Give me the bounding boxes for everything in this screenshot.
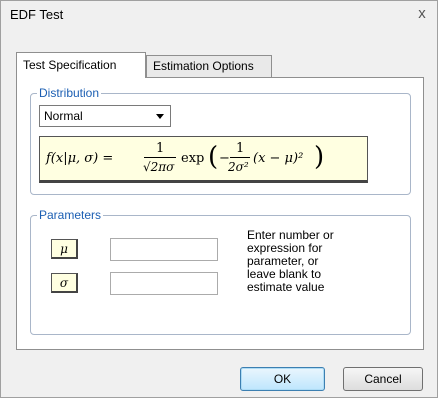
mu-input[interactable] — [110, 238, 218, 261]
close-icon[interactable]: x — [413, 4, 431, 24]
cancel-button[interactable]: Cancel — [343, 367, 423, 391]
parameters-group: Parameters μ σ Enter number or expressio… — [30, 208, 411, 335]
parameters-hint: Enter number or expression for parameter… — [247, 228, 334, 294]
formula-paren-close: ) — [314, 142, 325, 172]
edf-test-dialog: EDF Test x Test Specification Estimation… — [0, 0, 438, 398]
formula-frac-numerator: 1 — [156, 141, 165, 156]
formula-frac-denominator: √2πσ — [143, 160, 175, 174]
sigma-input[interactable] — [110, 272, 218, 295]
distribution-select-value: Normal — [44, 109, 83, 123]
distribution-group: Distribution Normal f(x|μ, σ) = 1 √2πσ e… — [30, 86, 411, 195]
formula-tail: (x − μ)² — [253, 151, 304, 166]
formula-inner-numerator: 1 — [236, 141, 245, 156]
formula-frac-bar — [144, 157, 176, 158]
tab-panel-test-specification: Distribution Normal f(x|μ, σ) = 1 √2πσ e… — [16, 77, 424, 350]
ok-button[interactable]: OK — [240, 367, 325, 391]
formula-inner-denominator: 2σ² — [228, 160, 249, 174]
sigma-symbol: σ — [51, 273, 78, 293]
distribution-formula: f(x|μ, σ) = 1 √2πσ exp ( − 1 2σ² (x − μ)… — [39, 136, 368, 183]
tab-label: Estimation Options — [153, 59, 254, 73]
distribution-select[interactable]: Normal — [39, 105, 171, 127]
formula-exp: exp — [181, 151, 205, 166]
tab-estimation-options[interactable]: Estimation Options — [146, 55, 272, 77]
formula-inner-bar — [230, 157, 250, 158]
mu-symbol: μ — [51, 239, 78, 259]
parameters-group-label: Parameters — [37, 208, 104, 222]
formula-paren-open: ( — [208, 142, 219, 172]
title-bar: EDF Test x — [1, 1, 437, 29]
tab-test-specification[interactable]: Test Specification — [16, 52, 146, 78]
distribution-group-label: Distribution — [37, 86, 102, 100]
chevron-down-icon — [156, 114, 164, 119]
window-title: EDF Test — [10, 7, 64, 22]
formula-lhs: f(x|μ, σ) = — [46, 151, 114, 166]
tab-label: Test Specification — [23, 58, 117, 72]
